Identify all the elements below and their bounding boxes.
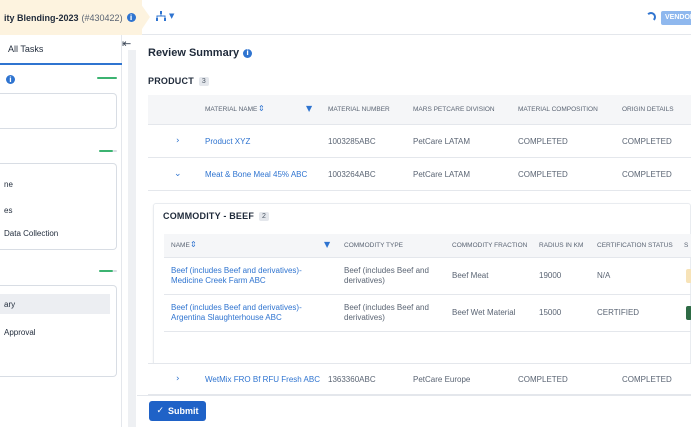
table-row-expanded[interactable]: ⌄ Meat & Bone Meal 45% ABC 1003264ABC Pe… — [148, 158, 691, 191]
column-header: S — [684, 242, 689, 249]
commodity-panel: COMMODITY - BEEF 2 NAME ⇕ ▼ COMMODITY TY… — [153, 203, 691, 367]
top-bar: ity Blending-2023 (#430422) i ▼ VENDOR — [0, 0, 691, 35]
column-header: MATERIAL NUMBER — [328, 106, 390, 113]
progress-track — [113, 270, 117, 272]
product-table-header: MATERIAL NAME ⇕ ▼ MATERIAL NUMBER MARS P… — [148, 95, 691, 125]
sidebar-item-approval[interactable]: Approval — [0, 328, 36, 337]
chevron-right-icon[interactable]: › — [176, 136, 180, 146]
tab-all-tasks[interactable]: All Tasks — [0, 35, 122, 65]
commodity-name-link[interactable]: Beef (includes Beef and derivatives)- Me… — [171, 266, 331, 286]
sidebar-item-data-collection[interactable]: Data Collection — [0, 229, 58, 238]
column-header: COMMODITY FRACTION — [452, 242, 528, 249]
column-header: COMMODITY TYPE — [344, 242, 403, 249]
task-sidebar: All Tasks i ne es Data Collection ary Ap… — [0, 35, 122, 427]
page-title: Review Summary i — [148, 47, 253, 59]
column-header: RADIUS IN KM — [539, 242, 584, 249]
chevron-down-icon[interactable]: ⌄ — [174, 169, 182, 179]
project-id: (#430422) — [81, 12, 123, 23]
task-card — [0, 93, 117, 129]
action-bar — [137, 395, 691, 427]
column-header: MATERIAL COMPOSITION — [518, 106, 598, 113]
commodity-name-link[interactable]: Beef (includes Beef and derivatives)- Ar… — [171, 303, 331, 323]
material-name-link[interactable]: Product XYZ — [205, 137, 250, 146]
sidebar-item[interactable]: ne — [0, 180, 13, 189]
hierarchy-dropdown[interactable]: ▼ — [156, 11, 174, 21]
progress-bar — [99, 270, 113, 272]
commodity-count-badge: 2 — [259, 211, 270, 221]
breadcrumb-arrow — [138, 0, 150, 35]
check-icon: ✓ — [156, 406, 165, 416]
column-header[interactable]: MATERIAL NAME — [205, 106, 257, 113]
commodity-row[interactable]: Beef (includes Beef and derivatives)- Me… — [164, 258, 691, 295]
breadcrumb[interactable]: ity Blending-2023 (#430422) i — [0, 0, 142, 35]
project-title: ity Blending-2023 — [4, 12, 79, 23]
column-header: CERTIFICATION STATUS — [597, 242, 673, 249]
column-header[interactable]: NAME — [171, 242, 190, 249]
status-badge — [686, 269, 691, 283]
chevron-right-icon[interactable]: › — [176, 374, 180, 384]
main-content: Review Summary i PRODUCT 3 MATERIAL NAME… — [137, 35, 691, 427]
material-name-link[interactable]: Meat & Bone Meal 45% ABC — [205, 170, 307, 179]
sort-icon[interactable]: ⇕ — [258, 104, 265, 113]
sidebar-item-summary[interactable]: ary — [0, 294, 110, 314]
chevron-down-icon: ▼ — [169, 12, 175, 20]
status-badge — [686, 306, 691, 320]
table-row[interactable]: › Product XYZ 1003285ABC PetCare LATAM C… — [148, 125, 691, 158]
sidebar-info-icon[interactable]: i — [6, 75, 15, 84]
collapse-sidebar-icon[interactable]: ⇤ — [122, 37, 134, 50]
progress-track — [113, 150, 117, 152]
product-count-badge: 3 — [198, 76, 209, 86]
material-name-link[interactable]: WetMix FRO Bf RFU Fresh ABC — [205, 375, 320, 384]
column-header: ORIGIN DETAILS — [622, 106, 674, 113]
commodity-row[interactable]: Beef (includes Beef and derivatives)- Ar… — [164, 295, 691, 332]
filter-icon[interactable]: ▼ — [306, 104, 312, 113]
loading-spinner-icon — [646, 12, 656, 22]
column-header: MARS PETCARE DIVISION — [413, 106, 495, 113]
product-section-title: PRODUCT 3 — [148, 76, 209, 86]
vendor-button[interactable]: VENDOR — [661, 11, 691, 25]
progress-bar — [99, 150, 113, 152]
submit-button[interactable]: ✓ Submit — [149, 401, 206, 421]
table-row[interactable]: › WetMix FRO Bf RFU Fresh ABC 1363360ABC… — [148, 363, 691, 395]
hierarchy-icon — [156, 11, 166, 21]
info-icon[interactable]: i — [126, 13, 136, 22]
scrollbar[interactable] — [128, 50, 136, 427]
sort-icon[interactable]: ⇕ — [190, 240, 197, 249]
progress-bar — [97, 77, 117, 79]
commodity-section-title: COMMODITY - BEEF 2 — [163, 211, 270, 221]
commodity-table-header: NAME ⇕ ▼ COMMODITY TYPE COMMODITY FRACTI… — [164, 234, 691, 258]
sidebar-item[interactable]: es — [0, 206, 12, 215]
info-icon[interactable]: i — [243, 48, 253, 58]
filter-icon[interactable]: ▼ — [324, 240, 330, 249]
